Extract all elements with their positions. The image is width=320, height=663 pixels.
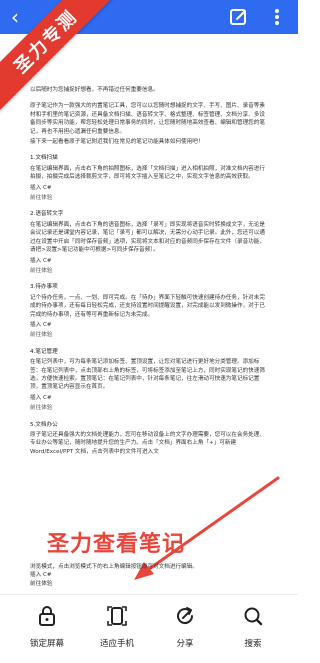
insert-label: 插入 C#: [30, 572, 52, 579]
search-label: 搜索: [244, 639, 262, 649]
intro-paragraph: 原子笔记作为一款强大的内置笔记工具，您可以以您随时想捕捉的文字、手写、图片、录音…: [30, 103, 265, 135]
share-label: 分享: [176, 639, 194, 649]
share-icon: [177, 607, 194, 625]
document-footer: 浏览模式，点击浏览模式下的右上角编辑按钮即可对文档进行编辑。 插入 C# 前往体…: [30, 563, 268, 588]
fit-phone-button[interactable]: 适应手机: [82, 605, 152, 655]
section-body: 记个待办任务，一点、一划、即可完成。在「待办」界面下轻触可快速创建待办任务，针对…: [30, 294, 265, 318]
intro-paragraph: 以后随时为您捕捉好想看，不再错过任何重要信息。: [30, 87, 159, 93]
section-body: 浏览模式，点击浏览模式下的右上角编辑按钮即可对文档进行编辑。: [30, 564, 198, 570]
section-body: 原子笔记还具备强大的文档处理能力，您可在移动设备上的文字办理需要，您可以在会务处…: [30, 432, 265, 455]
fit-phone-icon: [107, 606, 127, 626]
fit-phone-label: 适应手机: [99, 639, 134, 649]
try-link[interactable]: 前往体验: [30, 580, 268, 588]
section-body: 在笔记编辑界面，点击右下角的语音图标，选择「录写」即实现将语音实时转换成文字，无…: [30, 221, 265, 254]
section-body: 在笔记列表中，可为每条笔记添加标签、置顶设置，让您对笔记进行更好地分类管理。添加…: [30, 359, 265, 391]
lock-screen-button[interactable]: 锁定屏幕: [12, 605, 82, 655]
search-icon: [244, 607, 263, 626]
section-body: 在笔记编辑界面，点击右下角的拍照图标，选择「文档扫描」进入相机拍照，对准文档内容…: [30, 165, 265, 181]
insert-label: 插入 C#: [30, 184, 52, 191]
try-link[interactable]: 前往体验: [30, 331, 268, 339]
lock-icon: [39, 606, 55, 626]
document-body: 以后随时为您捕捉好想看，不再错过任何重要信息。 原子笔记作为一款强大的内置笔记工…: [30, 86, 268, 458]
edit-icon[interactable]: [229, 7, 249, 27]
top-bar: ‹: [0, 0, 298, 34]
insert-label: 插入 C#: [30, 321, 52, 328]
try-link[interactable]: 前往体验: [30, 194, 268, 202]
lock-screen-label: 锁定屏幕: [29, 639, 64, 649]
insert-label: 插入 C#: [30, 394, 52, 401]
section-title: 3.待办事项: [30, 284, 58, 291]
section-title: 2.语音转文字: [30, 211, 64, 218]
intro-paragraph: 接下来一起看看原子笔记附近我们在常见的笔记功能具体如何使用吧！: [30, 139, 204, 146]
section-title: 4.笔记管理: [30, 348, 58, 355]
try-link[interactable]: 前往体验: [30, 267, 268, 275]
section-title: 5.文档办公: [30, 421, 58, 428]
insert-label: 插入 C#: [30, 257, 52, 264]
try-link[interactable]: 前往体验: [30, 404, 268, 412]
search-button[interactable]: 搜索: [218, 605, 288, 655]
bottom-toolbar: 锁定屏幕 适应手机 分享 搜索: [0, 594, 298, 663]
back-arrow-icon[interactable]: ‹: [4, 6, 26, 28]
section-title: 1.文档扫描: [30, 155, 58, 162]
share-button[interactable]: 分享: [150, 605, 220, 655]
more-options-icon[interactable]: [267, 7, 287, 27]
